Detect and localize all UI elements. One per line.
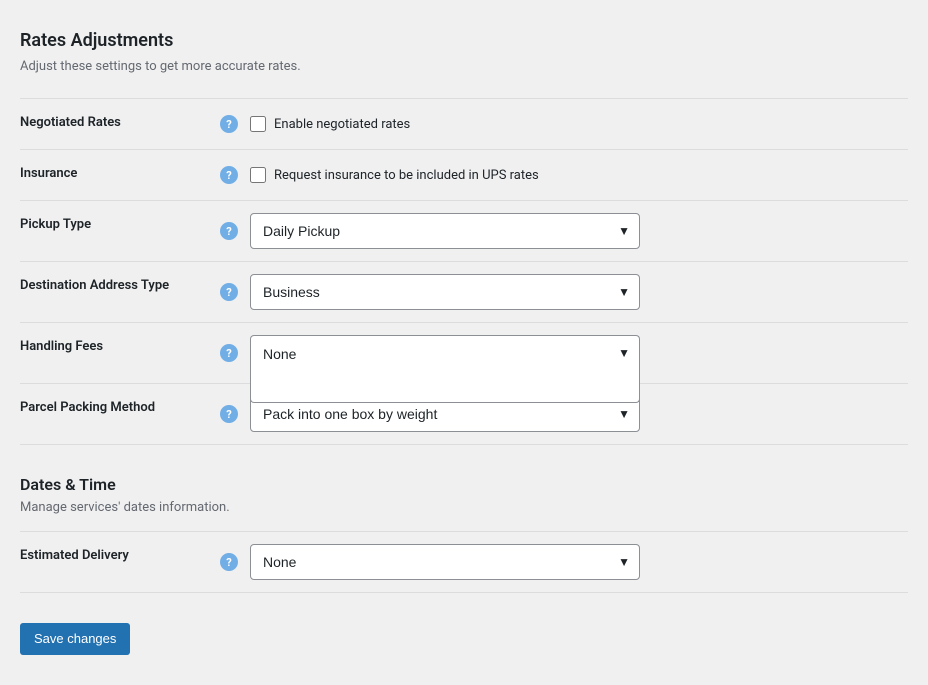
negotiated-rates-checkbox[interactable] — [250, 116, 266, 132]
insurance-control: Request insurance to be included in UPS … — [250, 150, 908, 201]
page-container: Rates Adjustments Adjust these settings … — [20, 20, 908, 665]
handling-fees-help-cell: ? — [220, 323, 250, 384]
negotiated-rates-checkbox-label: Enable negotiated rates — [274, 117, 410, 132]
dates-section-title: Dates & Time — [20, 475, 908, 494]
destination-address-control: Business Residential ▼ — [250, 262, 908, 323]
estimated-delivery-help-icon[interactable]: ? — [220, 553, 238, 571]
insurance-help-icon[interactable]: ? — [220, 166, 238, 184]
negotiated-rates-row: Negotiated Rates ? Enable negotiated rat… — [20, 99, 908, 150]
pickup-type-row: Pickup Type ? Daily Pickup Customer Coun… — [20, 201, 908, 262]
estimated-delivery-select[interactable]: None 1 Day 2 Days 3 Days 4 Days 5 Days — [250, 544, 640, 580]
handling-fees-row: Handling Fees ? None Fixed Percentage ▼ — [20, 323, 908, 384]
insurance-checkbox-label: Request insurance to be included in UPS … — [274, 168, 539, 183]
destination-address-row: Destination Address Type ? Business Resi… — [20, 262, 908, 323]
handling-fees-select-wrapper: None Fixed Percentage ▼ — [250, 335, 640, 371]
pickup-type-help-icon[interactable]: ? — [220, 222, 238, 240]
destination-address-select-wrapper: Business Residential ▼ — [250, 274, 640, 310]
negotiated-rates-checkbox-wrapper[interactable]: Enable negotiated rates — [250, 116, 908, 132]
pickup-type-label: Pickup Type — [20, 201, 220, 262]
rates-settings-table: Negotiated Rates ? Enable negotiated rat… — [20, 98, 908, 445]
handling-fees-dropdown-open — [250, 371, 640, 403]
destination-address-select[interactable]: Business Residential — [250, 274, 640, 310]
negotiated-rates-control: Enable negotiated rates — [250, 99, 908, 150]
insurance-checkbox-wrapper[interactable]: Request insurance to be included in UPS … — [250, 167, 908, 183]
parcel-packing-help-icon[interactable]: ? — [220, 405, 238, 423]
save-button-container: Save changes — [20, 623, 908, 655]
estimated-delivery-label: Estimated Delivery — [20, 532, 220, 593]
destination-address-label: Destination Address Type — [20, 262, 220, 323]
save-changes-button[interactable]: Save changes — [20, 623, 130, 655]
pickup-type-select-wrapper: Daily Pickup Customer Counter One Time P… — [250, 213, 640, 249]
handling-fees-select[interactable]: None Fixed Percentage — [250, 335, 640, 371]
parcel-packing-help-cell: ? — [220, 384, 250, 445]
insurance-checkbox[interactable] — [250, 167, 266, 183]
destination-address-help-icon[interactable]: ? — [220, 283, 238, 301]
insurance-label: Insurance — [20, 150, 220, 201]
handling-fees-control: None Fixed Percentage ▼ — [250, 323, 908, 384]
pickup-type-help-cell: ? — [220, 201, 250, 262]
pickup-type-control: Daily Pickup Customer Counter One Time P… — [250, 201, 908, 262]
estimated-delivery-control: None 1 Day 2 Days 3 Days 4 Days 5 Days ▼ — [250, 532, 908, 593]
estimated-delivery-row: Estimated Delivery ? None 1 Day 2 Days 3… — [20, 532, 908, 593]
rates-section-description: Adjust these settings to get more accura… — [20, 59, 908, 74]
estimated-delivery-select-wrapper: None 1 Day 2 Days 3 Days 4 Days 5 Days ▼ — [250, 544, 640, 580]
pickup-type-select[interactable]: Daily Pickup Customer Counter One Time P… — [250, 213, 640, 249]
destination-address-help-cell: ? — [220, 262, 250, 323]
dates-section-description: Manage services' dates information. — [20, 500, 908, 515]
parcel-packing-label: Parcel Packing Method — [20, 384, 220, 445]
handling-fees-help-icon[interactable]: ? — [220, 344, 238, 362]
estimated-delivery-help-cell: ? — [220, 532, 250, 593]
negotiated-rates-label: Negotiated Rates — [20, 99, 220, 150]
rates-section-title: Rates Adjustments — [20, 30, 908, 51]
handling-fees-label: Handling Fees — [20, 323, 220, 384]
insurance-row: Insurance ? Request insurance to be incl… — [20, 150, 908, 201]
negotiated-rates-help-icon[interactable]: ? — [220, 115, 238, 133]
negotiated-rates-help-cell: ? — [220, 99, 250, 150]
insurance-help-cell: ? — [220, 150, 250, 201]
dates-settings-table: Estimated Delivery ? None 1 Day 2 Days 3… — [20, 531, 908, 593]
